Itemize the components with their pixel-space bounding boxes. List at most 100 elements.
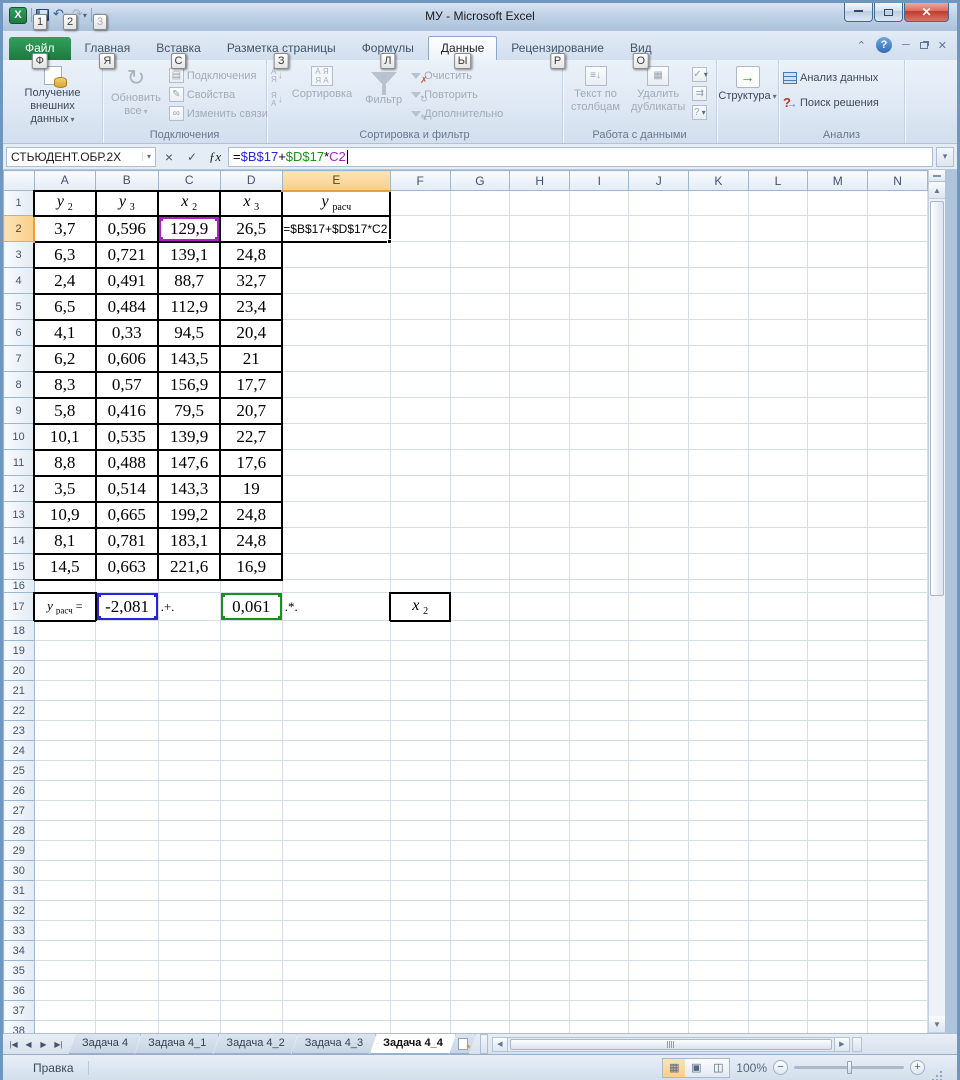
first-sheet-icon[interactable]: |◀	[7, 1040, 20, 1049]
cell-B6[interactable]: 0,33	[94, 318, 160, 347]
cell-G26[interactable]	[449, 780, 511, 801]
sheet-tab-Задача 4_1[interactable]: Задача 4_1	[135, 1034, 219, 1054]
cell-D10[interactable]: 22,7	[219, 422, 284, 451]
cell-L5[interactable]	[747, 293, 809, 320]
cell-I9[interactable]	[569, 397, 630, 424]
cell-E2[interactable]: =$B$17+$D$17*C2	[281, 214, 393, 244]
cell-N38[interactable]	[867, 1020, 928, 1033]
cell-G36[interactable]	[449, 980, 511, 1001]
cell-H34[interactable]	[509, 940, 571, 961]
cell-J19[interactable]	[628, 640, 689, 661]
cell-K27[interactable]	[688, 800, 749, 821]
cell-K21[interactable]	[688, 680, 749, 701]
cell-I35[interactable]	[569, 960, 630, 981]
cell-L2[interactable]	[747, 215, 809, 242]
cell-L28[interactable]	[747, 820, 809, 841]
cell-G30[interactable]	[449, 860, 511, 881]
cell-J23[interactable]	[628, 720, 689, 741]
cell-D38[interactable]	[219, 1020, 283, 1033]
cell-J5[interactable]	[628, 293, 689, 320]
cell-E10[interactable]	[281, 423, 391, 450]
cell-H3[interactable]	[509, 241, 571, 268]
cell-B20[interactable]	[95, 660, 159, 681]
cell-M17[interactable]	[807, 592, 869, 621]
cell-K29[interactable]	[688, 840, 749, 861]
cell-L33[interactable]	[747, 920, 809, 941]
cell-A6[interactable]: 4,1	[33, 318, 97, 347]
row-header-34[interactable]: 34	[3, 940, 35, 961]
cell-H20[interactable]	[509, 660, 571, 681]
cell-M32[interactable]	[807, 900, 869, 921]
cell-I24[interactable]	[569, 740, 630, 761]
cell-G4[interactable]	[449, 267, 511, 294]
column-header-E[interactable]: E	[281, 170, 391, 192]
cell-C17[interactable]: .+.	[157, 592, 221, 621]
cell-I26[interactable]	[569, 780, 630, 801]
cell-K32[interactable]	[688, 900, 749, 921]
cell-D2[interactable]: 26,5	[219, 214, 284, 243]
cell-D26[interactable]	[219, 780, 283, 801]
row-header-12[interactable]: 12	[3, 475, 35, 502]
cell-F5[interactable]	[389, 293, 451, 320]
cell-K9[interactable]	[688, 397, 749, 424]
cell-I10[interactable]	[569, 423, 630, 450]
cell-C29[interactable]	[157, 840, 221, 861]
cell-K35[interactable]	[688, 960, 749, 981]
cell-L31[interactable]	[747, 880, 809, 901]
zoom-slider[interactable]	[794, 1061, 904, 1074]
row-header-31[interactable]: 31	[3, 880, 35, 901]
cell-B30[interactable]	[95, 860, 159, 881]
consolidate-icon[interactable]: ⇉	[692, 86, 708, 101]
cell-A7[interactable]: 6,2	[33, 344, 97, 373]
cell-A12[interactable]: 3,5	[33, 474, 97, 503]
name-box-dropdown-icon[interactable]: ▾	[141, 152, 151, 161]
cell-F33[interactable]	[389, 920, 451, 941]
refresh-all-button[interactable]: ↻ Обновить все	[107, 64, 165, 128]
properties-button[interactable]: ✎ Свойства	[168, 85, 268, 104]
cell-B29[interactable]	[95, 840, 159, 861]
cell-E1[interactable]: y расч	[281, 189, 392, 217]
cell-J3[interactable]	[628, 241, 689, 268]
zoom-out-icon[interactable]: −	[773, 1060, 788, 1075]
cell-E28[interactable]	[281, 820, 391, 841]
cell-J32[interactable]	[628, 900, 689, 921]
cell-G8[interactable]	[449, 371, 511, 398]
cell-B31[interactable]	[95, 880, 159, 901]
cell-H32[interactable]	[509, 900, 571, 921]
cell-A33[interactable]	[33, 920, 97, 941]
row-header-29[interactable]: 29	[3, 840, 35, 861]
row-header-7[interactable]: 7	[3, 345, 35, 372]
cell-I15[interactable]	[569, 553, 630, 580]
cell-C21[interactable]	[157, 680, 221, 701]
cell-D31[interactable]	[219, 880, 283, 901]
cell-H29[interactable]	[509, 840, 571, 861]
cell-C4[interactable]: 88,7	[157, 266, 222, 295]
cell-M33[interactable]	[807, 920, 869, 941]
cell-J30[interactable]	[628, 860, 689, 881]
cell-D3[interactable]: 24,8	[219, 240, 284, 269]
scroll-left-icon[interactable]: ◀	[491, 1036, 508, 1052]
cell-A18[interactable]	[33, 620, 97, 641]
cell-N2[interactable]	[867, 215, 928, 242]
cell-N23[interactable]	[867, 720, 928, 741]
cell-D4[interactable]: 32,7	[219, 266, 284, 295]
cell-E32[interactable]	[281, 900, 391, 921]
cell-J24[interactable]	[628, 740, 689, 761]
cell-B34[interactable]	[95, 940, 159, 961]
row-header-37[interactable]: 37	[3, 1000, 35, 1021]
cell-B4[interactable]: 0,491	[94, 266, 160, 295]
cell-E12[interactable]	[281, 475, 391, 502]
cell-H14[interactable]	[509, 527, 571, 554]
cell-F2[interactable]	[389, 215, 451, 242]
cell-M10[interactable]	[807, 423, 869, 450]
cell-G32[interactable]	[449, 900, 511, 921]
row-header-23[interactable]: 23	[3, 720, 35, 741]
cell-G11[interactable]	[449, 449, 511, 476]
cell-M27[interactable]	[807, 800, 869, 821]
sheet-tab-Задача 4[interactable]: Задача 4	[69, 1034, 141, 1054]
cell-L1[interactable]	[747, 190, 809, 216]
next-sheet-icon[interactable]: ▶	[37, 1040, 50, 1049]
vertical-scrollbar[interactable]: ▲ ▼	[928, 170, 945, 1033]
cell-E7[interactable]	[281, 345, 391, 372]
cell-C31[interactable]	[157, 880, 221, 901]
